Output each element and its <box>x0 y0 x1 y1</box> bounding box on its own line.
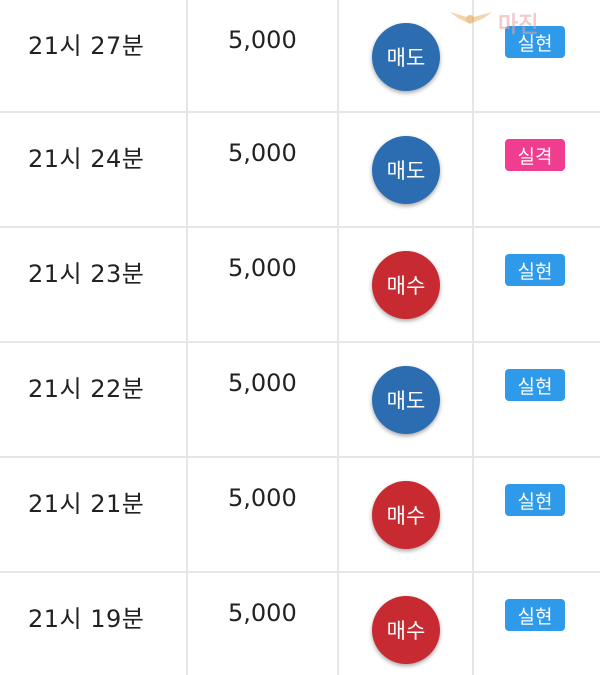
table-row: 21시 22분 5,000 매도 실현 <box>0 343 600 458</box>
watermark-logo-text: 마진 <box>498 13 539 38</box>
trade-time: 21시 23분 <box>28 260 145 288</box>
column-divider <box>337 0 339 675</box>
trade-amount: 5,000 <box>228 254 297 282</box>
table-row: 21시 19분 5,000 매수 실현 <box>0 573 600 675</box>
trade-history-table: 21시 27분 5,000 매도 실현 21시 24분 5,000 매도 실격 … <box>0 0 600 675</box>
table-row: 21시 23분 5,000 매수 실현 <box>0 228 600 343</box>
trade-time: 21시 21분 <box>28 490 145 518</box>
wing-logo-icon <box>450 12 492 24</box>
buy-button[interactable]: 매수 <box>372 251 440 319</box>
result-badge: 실현 <box>505 599 565 631</box>
table-row: 21시 21분 5,000 매수 실현 <box>0 458 600 573</box>
trade-time: 21시 22분 <box>28 375 145 403</box>
buy-button[interactable]: 매수 <box>372 481 440 549</box>
table-row: 21시 24분 5,000 매도 실격 <box>0 113 600 228</box>
trade-amount: 5,000 <box>228 139 297 167</box>
column-divider <box>472 0 474 675</box>
sell-button[interactable]: 매도 <box>372 23 440 91</box>
trade-amount: 5,000 <box>228 599 297 627</box>
trade-time: 21시 27분 <box>28 32 145 60</box>
result-badge: 실현 <box>505 484 565 516</box>
trade-amount: 5,000 <box>228 26 297 54</box>
site-watermark: 마진 <box>448 4 598 44</box>
result-badge: 실격 <box>505 139 565 171</box>
trade-amount: 5,000 <box>228 369 297 397</box>
sell-button[interactable]: 매도 <box>372 136 440 204</box>
sell-button[interactable]: 매도 <box>372 366 440 434</box>
column-divider <box>186 0 188 675</box>
result-badge: 실현 <box>505 369 565 401</box>
buy-button[interactable]: 매수 <box>372 596 440 664</box>
trade-time: 21시 24분 <box>28 145 145 173</box>
trade-time: 21시 19분 <box>28 605 145 633</box>
result-badge: 실현 <box>505 254 565 286</box>
trade-amount: 5,000 <box>228 484 297 512</box>
